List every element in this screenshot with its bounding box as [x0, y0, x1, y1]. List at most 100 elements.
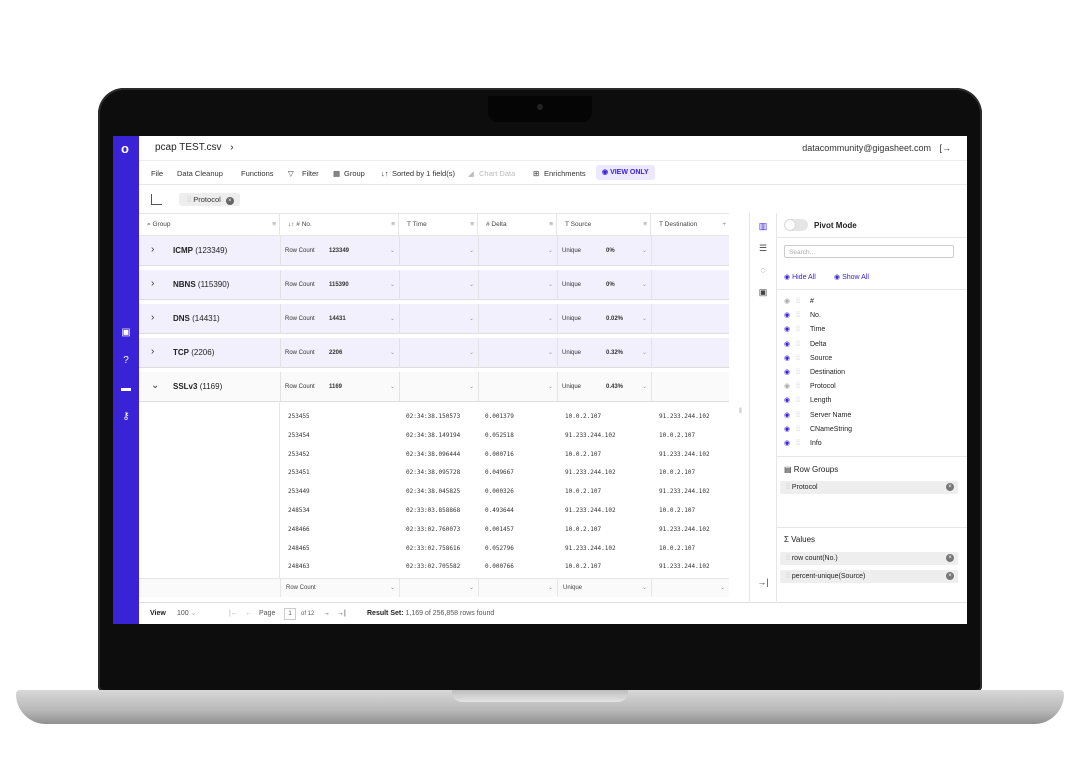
value-pill[interactable]: ⁞⁞ percent-unique(Source) ×	[780, 570, 958, 583]
drag-handle-icon[interactable]: ⁞⁞	[796, 423, 810, 437]
chevron-right-icon[interactable]: ›	[151, 346, 154, 357]
column-toggle-item[interactable]: ◉ ⁞⁞ #	[784, 295, 814, 309]
table-row[interactable]: 253451 02:34:38.095728 0.049667 91.233.2…	[280, 463, 729, 482]
group-agg-time[interactable]: ⌄	[399, 236, 478, 266]
group-row[interactable]: › NBNS (115390) Row Count 115390 ⌄ ⌄ ⌄ Uni…	[139, 270, 729, 300]
table-row[interactable]: 253449 02:34:38.045825 0.000326 10.0.2.1…	[280, 482, 729, 501]
table-row[interactable]: 253455 02:34:38.150573 0.001379 10.0.2.1…	[280, 407, 729, 426]
page-size-select[interactable]: 100 ⌄	[177, 603, 197, 624]
column-header-time[interactable]: T Time ≡	[399, 214, 478, 236]
group-agg-delta[interactable]: ⌄	[478, 338, 557, 368]
chevron-right-icon[interactable]: ›	[151, 278, 154, 289]
remove-row-group-icon[interactable]: ×	[946, 483, 954, 491]
group-agg-no[interactable]: Row Count 14431 ⌄	[280, 304, 399, 334]
eye-icon[interactable]: ◉	[784, 380, 796, 394]
column-search-input[interactable]: Search...	[784, 245, 954, 258]
menu-data-cleanup[interactable]: Data Cleanup	[177, 169, 223, 178]
drag-handle-icon[interactable]: ⁞⁞	[796, 409, 810, 423]
column-menu-icon[interactable]: ≡	[549, 214, 553, 236]
drag-handle-icon[interactable]: ⁞⁞	[796, 309, 810, 323]
logout-icon[interactable]: [→	[939, 143, 951, 153]
chevron-down-icon[interactable]: ⌄	[151, 380, 159, 391]
show-all-button[interactable]: ◉ Show All	[834, 273, 869, 281]
drag-handle-icon[interactable]: ⁞⁞	[796, 352, 810, 366]
eye-icon[interactable]: ◉	[784, 309, 796, 323]
column-toggle-item[interactable]: ◉ ⁞⁞ No.	[784, 309, 821, 323]
group-agg-delta[interactable]: ⌄	[478, 372, 557, 402]
drag-handle-icon[interactable]: ⁞⁞	[796, 380, 810, 394]
page-number-input[interactable]: 1	[284, 608, 296, 620]
group-agg-delta[interactable]: ⌄	[478, 304, 557, 334]
column-toggle-item[interactable]: ◉ ⁞⁞ Destination	[784, 366, 845, 380]
column-menu-icon[interactable]: ≡	[643, 214, 647, 236]
group-agg-source[interactable]: Unique 0% ⌄	[557, 236, 651, 266]
footer-agg-source[interactable]: Unique ⌄	[557, 579, 651, 597]
group-agg-source[interactable]: Unique 0.02% ⌄	[557, 304, 651, 334]
breadcrumb[interactable]: pcap TEST.csv ›	[155, 142, 234, 153]
column-toggle-item[interactable]: ◉ ⁞⁞ Source	[784, 352, 832, 366]
footer-agg-delta[interactable]: ⌄	[478, 579, 557, 597]
enrichments-button[interactable]: Enrichments	[544, 169, 586, 178]
column-header-delta[interactable]: # Delta ≡	[478, 214, 557, 236]
drag-handle-icon[interactable]: ⁞⁞	[796, 323, 810, 337]
group-agg-time[interactable]: ⌄	[399, 270, 478, 300]
gigasheet-logo-icon[interactable]: o	[119, 142, 131, 156]
column-toggle-item[interactable]: ◉ ⁞⁞ Server Name	[784, 409, 851, 423]
drag-handle-icon[interactable]: ⁞⁞	[796, 295, 810, 309]
rows-icon[interactable]: ☰	[756, 241, 770, 255]
group-agg-no[interactable]: Row Count 123349 ⌄	[280, 236, 399, 266]
group-agg-time[interactable]: ⌄	[399, 304, 478, 334]
group-button[interactable]: Group	[344, 169, 365, 178]
table-row[interactable]: 248466 02:33:02.760073 0.001457 10.0.2.1…	[280, 520, 729, 539]
column-toggle-item[interactable]: ◉ ⁞⁞ Time	[784, 323, 825, 337]
add-column-icon[interactable]: +	[722, 214, 726, 236]
group-agg-no[interactable]: Row Count 1169 ⌄	[280, 372, 399, 402]
eye-icon[interactable]: ◉	[784, 352, 796, 366]
drag-handle-icon[interactable]: ⁞⁞	[796, 394, 810, 408]
file-name[interactable]: pcap TEST.csv	[155, 142, 222, 153]
column-header-destination[interactable]: T Destination +	[651, 214, 729, 236]
column-toggle-item[interactable]: ◉ ⁞⁞ Delta	[784, 338, 826, 352]
column-menu-icon[interactable]: ≡	[272, 214, 276, 236]
key-icon[interactable]: ⚷	[118, 410, 134, 424]
first-page-icon[interactable]: |←	[229, 603, 238, 624]
eye-icon[interactable]: ◉	[784, 295, 796, 309]
chart-data-button[interactable]: Chart Data	[479, 169, 515, 178]
pivot-mode-toggle[interactable]	[784, 219, 808, 231]
help-icon[interactable]: ?	[118, 354, 134, 368]
sorted-button[interactable]: Sorted by 1 field(s)	[392, 169, 455, 178]
eye-icon[interactable]: ◉	[784, 409, 796, 423]
group-row[interactable]: › ICMP (123349) Row Count 123349 ⌄ ⌄ ⌄ Uni…	[139, 236, 729, 266]
group-row[interactable]: › DNS (14431) Row Count 14431 ⌄ ⌄ ⌄ Unique…	[139, 304, 729, 334]
drag-handle-icon[interactable]: ⁞⁞	[796, 338, 810, 352]
row-group-chip[interactable]: ⁞⁞ Protocol ×	[179, 193, 240, 206]
column-toggle-item[interactable]: ◉ ⁞⁞ CNameString	[784, 423, 852, 437]
eye-icon[interactable]: ◉	[784, 394, 796, 408]
remove-chip-icon[interactable]: ×	[225, 197, 234, 205]
account-email[interactable]: datacommunity@gigasheet.com [→	[802, 143, 951, 153]
column-toggle-item[interactable]: ◉ ⁞⁞ Info	[784, 437, 822, 451]
row-group-pill[interactable]: ⁞⁞ Protocol ×	[780, 481, 958, 494]
group-row[interactable]: ⌄ SSLv3 (1169) Row Count 1169 ⌄ ⌄ ⌄ Unique…	[139, 372, 729, 402]
group-agg-no[interactable]: Row Count 2206 ⌄	[280, 338, 399, 368]
menu-file[interactable]: File	[151, 169, 163, 178]
column-header-source[interactable]: T Source ≡	[557, 214, 651, 236]
column-menu-icon[interactable]: ≡	[391, 214, 395, 236]
column-toggle-item[interactable]: ◉ ⁞⁞ Protocol	[784, 380, 836, 394]
footer-agg-no[interactable]: Row Count ⌄	[280, 579, 399, 597]
table-row[interactable]: 248534 02:33:03.858868 0.493644 91.233.2…	[280, 501, 729, 520]
footer-agg-destination[interactable]: ⌄	[651, 579, 729, 597]
remove-value-icon[interactable]: ×	[946, 572, 954, 580]
table-row[interactable]: 248465 02:33:02.758616 0.052796 91.233.2…	[280, 539, 729, 558]
table-row[interactable]: 253454 02:34:38.149194 0.052518 91.233.2…	[280, 426, 729, 445]
next-page-icon[interactable]: →	[323, 603, 330, 624]
column-header-no[interactable]: ↓↑ # No. ≡	[280, 214, 399, 236]
footer-agg-time[interactable]: ⌄	[399, 579, 478, 597]
table-row[interactable]: 248463 02:33:02.705582 0.000766 10.0.2.1…	[280, 557, 729, 576]
eye-icon[interactable]: ◉	[784, 366, 796, 380]
group-agg-delta[interactable]: ⌄	[478, 270, 557, 300]
group-agg-source[interactable]: Unique 0.43% ⌄	[557, 372, 651, 402]
group-agg-source[interactable]: Unique 0.32% ⌄	[557, 338, 651, 368]
collapse-panel-icon[interactable]: →|	[756, 575, 770, 589]
chevron-right-icon[interactable]: ›	[151, 312, 154, 323]
